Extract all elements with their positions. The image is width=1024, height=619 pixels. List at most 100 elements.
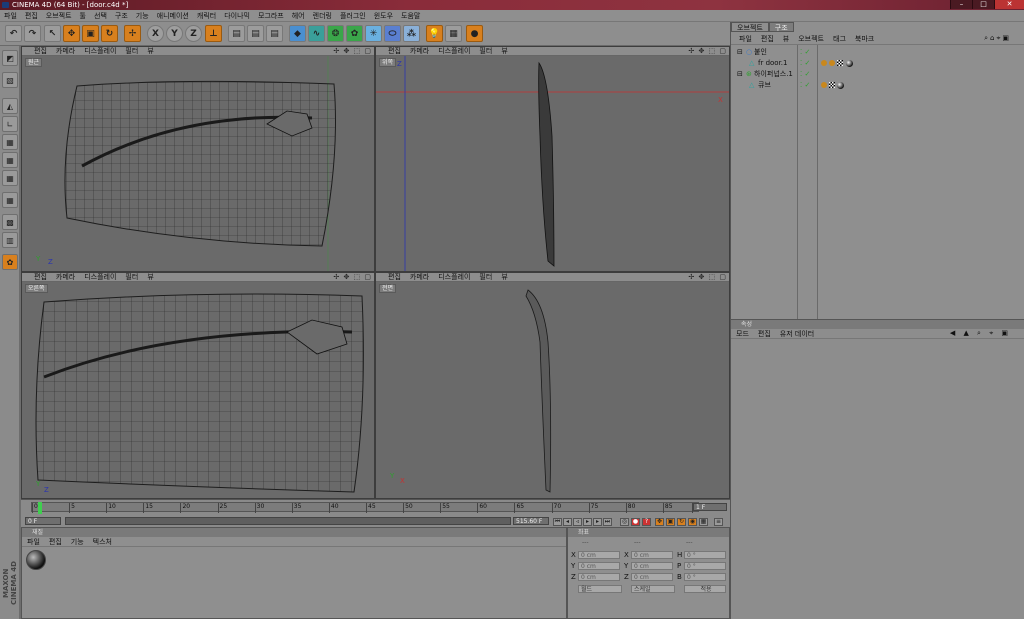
scale-key-icon[interactable]: ▣ <box>666 518 675 526</box>
obj-menu-edit[interactable]: 편집 <box>761 34 774 44</box>
close-button[interactable]: ✕ <box>994 0 1024 9</box>
vp-menu-view[interactable]: 뷰 <box>147 273 153 282</box>
maximize-button[interactable]: □ <box>972 0 994 9</box>
use-points-icon[interactable]: ◭ <box>2 98 18 114</box>
use-edges-icon[interactable]: ∟ <box>2 116 18 132</box>
viewport-nav-icons[interactable]: ✢ ✥ ⬚ ▢ <box>333 273 372 282</box>
z-axis-lock-icon[interactable]: Z <box>185 25 202 42</box>
uv-polygons-icon[interactable]: ▦ <box>2 192 18 208</box>
uv-points-icon[interactable]: ▦ <box>2 170 18 186</box>
menu-plugins[interactable]: 플러그인 <box>336 11 370 21</box>
goto-start-icon[interactable]: ⏮ <box>553 518 562 526</box>
playhead[interactable] <box>38 502 42 514</box>
workplane-icon[interactable]: ▥ <box>2 232 18 248</box>
viewport-nav-icons[interactable]: ✢ ✥ ⬚ ▢ <box>333 47 372 56</box>
autokey-icon[interactable]: ● <box>631 518 640 526</box>
mat-menu-edit[interactable]: 편집 <box>49 537 62 547</box>
menu-objects[interactable]: 오브젝트 <box>42 11 76 21</box>
array-icon[interactable]: ✿ <box>346 25 363 42</box>
last-tool-icon[interactable]: ✢ <box>124 25 141 42</box>
menu-render[interactable]: 렌더링 <box>309 11 336 21</box>
checker-icon[interactable]: ▩ <box>2 214 18 230</box>
list-item[interactable]: △ fr door.1 ⁚ ✓ <box>731 58 1024 68</box>
visibility-icon[interactable]: ⁚ ✓ <box>800 58 810 68</box>
rotation-key-icon[interactable]: ↻ <box>677 518 686 526</box>
deformer-icon[interactable]: ✳ <box>365 25 382 42</box>
rotation-b-field[interactable]: 0 ° <box>684 573 726 581</box>
visibility-icon[interactable]: ⁚ ✓ <box>800 69 810 79</box>
texture-mode-icon[interactable]: ▦ <box>2 152 18 168</box>
obj-menu-bookmarks[interactable]: 북마크 <box>855 34 874 44</box>
attr-menu-mode[interactable]: 모드 <box>736 329 749 339</box>
viewport-perspective[interactable]: 편집 카메라 디스플레이 필터 뷰 ✢ ✥ ⬚ ▢ 원근 YZ <box>21 46 375 272</box>
visibility-icon[interactable]: ⁚ ✓ <box>800 80 810 90</box>
minimize-button[interactable]: – <box>950 0 972 9</box>
vp-menu-edit[interactable]: 편집 <box>34 47 47 56</box>
scene-icon[interactable]: ⬭ <box>384 25 401 42</box>
vp-menu-camera[interactable]: 카메라 <box>56 273 75 282</box>
menu-hair[interactable]: 헤어 <box>288 11 309 21</box>
vp-menu-camera[interactable]: 카메라 <box>56 47 75 56</box>
menu-edit[interactable]: 편집 <box>21 11 42 21</box>
vp-menu-filter[interactable]: 필터 <box>125 273 138 282</box>
y-axis-lock-icon[interactable]: Y <box>166 25 183 42</box>
play-icon[interactable]: ▸ <box>583 518 592 526</box>
obj-menu-file[interactable]: 파일 <box>739 34 752 44</box>
interface-icon[interactable]: ▦ <box>445 25 462 42</box>
list-item[interactable]: △ 큐브 ⁚ ✓ <box>731 80 1024 90</box>
vp-menu-display[interactable]: 디스플레이 <box>438 273 470 282</box>
viewport-top[interactable]: 편집 카메라 디스플레이 필터 뷰 ✢ ✥ ⬚ ▢ 위쪽 Z X <box>375 46 730 272</box>
menu-functions[interactable]: 기능 <box>132 11 153 21</box>
attr-menu-edit[interactable]: 편집 <box>758 329 771 339</box>
vp-menu-display[interactable]: 디스플레이 <box>84 47 116 56</box>
search-icon[interactable]: ⌕⌂⌖▣ <box>984 34 1011 43</box>
x-axis-lock-icon[interactable]: X <box>147 25 164 42</box>
prev-frame-icon[interactable]: ◂ <box>563 518 572 526</box>
timeline-menu-icon[interactable]: ≡ <box>714 518 723 526</box>
use-object-icon[interactable]: ▧ <box>2 72 18 88</box>
coord-space-dropdown[interactable]: 월드 <box>578 585 622 593</box>
vp-menu-view[interactable]: 뷰 <box>501 273 507 282</box>
next-frame-icon[interactable]: ▸ <box>593 518 602 526</box>
end-frame-field[interactable]: 515.60 F <box>513 517 549 525</box>
vp-menu-display[interactable]: 디스플레이 <box>438 47 470 56</box>
timeline-ruler[interactable]: 051015202530354045505560657075808590 <box>31 502 702 514</box>
render-picture-viewer-icon[interactable]: ▤ <box>247 25 264 42</box>
move-icon[interactable]: ✥ <box>63 25 80 42</box>
scale-icon[interactable]: ▣ <box>82 25 99 42</box>
record-icon[interactable]: ● <box>466 25 483 42</box>
live-selection-icon[interactable]: ↖ <box>44 25 61 42</box>
menu-tools[interactable]: 툴 <box>76 11 90 21</box>
preview-range-slider[interactable] <box>65 517 511 525</box>
apply-button[interactable]: 적용 <box>684 585 726 593</box>
undo-icon[interactable]: ↶ <box>5 25 22 42</box>
render-view-icon[interactable]: ▤ <box>228 25 245 42</box>
rotate-icon[interactable]: ↻ <box>101 25 118 42</box>
material-tags[interactable] <box>821 80 845 90</box>
coord-mode-dropdown[interactable]: 스케일 <box>631 585 675 593</box>
redo-icon[interactable]: ↷ <box>24 25 41 42</box>
mat-menu-function[interactable]: 기능 <box>71 537 84 547</box>
pla-key-icon[interactable]: ▦ <box>699 518 708 526</box>
viewport-right[interactable]: 편집 카메라 디스플레이 필터 뷰 ✢ ✥ ⬚ ▢ 오른쪽 YZ <box>21 272 375 499</box>
vp-menu-edit[interactable]: 편집 <box>34 273 47 282</box>
attr-menu-userdata[interactable]: 유저 데이터 <box>780 329 814 339</box>
keyframe-selection-icon[interactable]: ? <box>642 518 651 526</box>
rotation-p-field[interactable]: 0 ° <box>684 562 726 570</box>
record-keys-icon[interactable]: ◎ <box>620 518 629 526</box>
nurbs-icon[interactable]: ❂ <box>327 25 344 42</box>
vp-menu-camera[interactable]: 카메라 <box>410 273 429 282</box>
vp-menu-filter[interactable]: 필터 <box>479 273 492 282</box>
spline-icon[interactable]: ∿ <box>308 25 325 42</box>
position-z-field[interactable]: 0 cm <box>578 573 620 581</box>
list-item[interactable]: ⊟ ⊛ 하이퍼넙스.1 ⁚ ✓ <box>731 69 1024 79</box>
position-y-field[interactable]: 0 cm <box>578 562 620 570</box>
menu-selection[interactable]: 선택 <box>90 11 111 21</box>
start-frame-field[interactable]: 0 F <box>25 517 61 525</box>
menu-help[interactable]: 도움말 <box>397 11 424 21</box>
vp-menu-view[interactable]: 뷰 <box>501 47 507 56</box>
vp-menu-edit[interactable]: 편집 <box>388 273 401 282</box>
vp-menu-view[interactable]: 뷰 <box>147 47 153 56</box>
expand-icon[interactable]: ⊟ <box>737 69 743 79</box>
mat-menu-file[interactable]: 파일 <box>27 537 40 547</box>
